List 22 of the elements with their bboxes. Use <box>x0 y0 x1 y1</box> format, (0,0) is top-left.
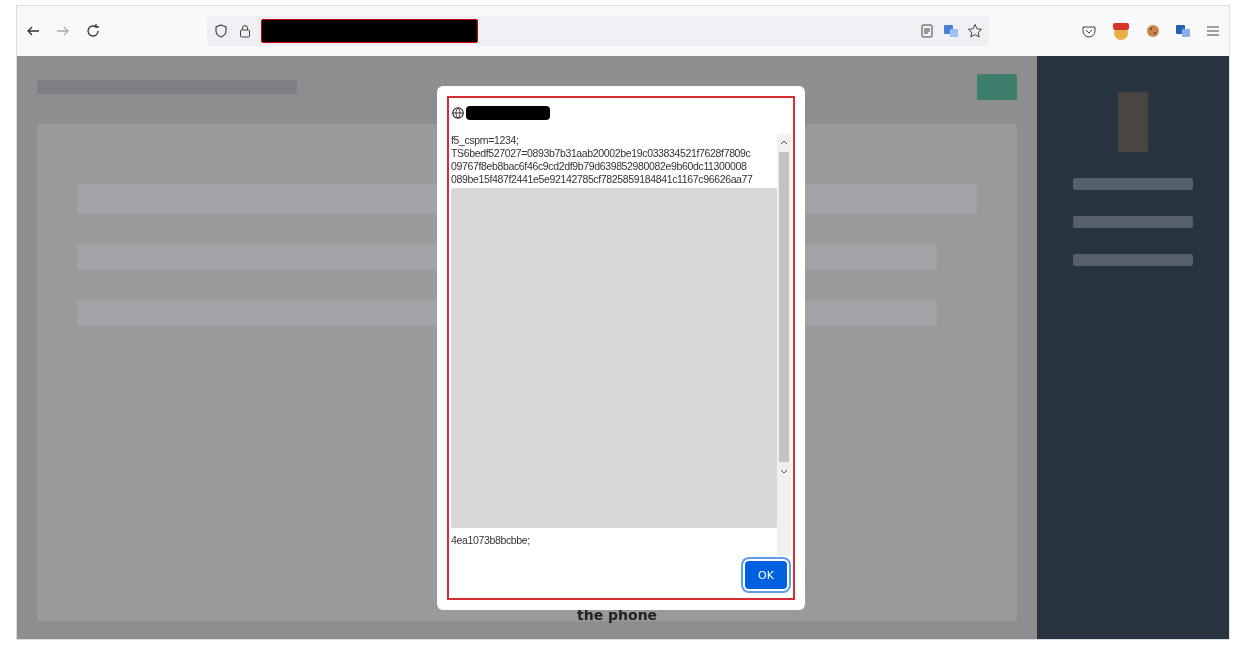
pocket-icon[interactable] <box>1081 23 1097 39</box>
cookie-icon[interactable] <box>1145 23 1161 39</box>
translate-icon[interactable] <box>943 23 959 39</box>
reload-icon[interactable] <box>85 23 101 39</box>
cookie-text: f5_cspm=1234; <box>451 134 520 147</box>
cookie-text: 089be15f487f2441e5e92142785cf7825859184841c1167c96626aa77 <box>451 173 754 186</box>
translate-icon[interactable] <box>1175 23 1191 39</box>
blurred-region <box>977 74 1017 100</box>
address-bar[interactable] <box>207 16 989 46</box>
lock-icon <box>237 23 253 39</box>
blurred-region <box>1118 92 1148 152</box>
menu-icon[interactable] <box>1205 23 1221 39</box>
star-icon[interactable] <box>967 23 983 39</box>
cookie-text: TS6bedf527027=0893b7b31aab20002be19c033834521f7628f7809c <box>451 147 752 160</box>
shield-icon <box>213 23 229 39</box>
cookie-text: 4ea1073b8bcbbe; <box>451 534 531 547</box>
text-area[interactable] <box>451 134 791 556</box>
field-label: the phone <box>577 607 658 623</box>
cookie-text: 09767f8eb8bac6f46c9cd2df9b79d639852980082e9b60dc11300008 <box>451 160 748 173</box>
scrollbar[interactable] <box>777 134 791 556</box>
extension-icon[interactable] <box>1111 21 1131 41</box>
globe-icon <box>451 106 465 120</box>
